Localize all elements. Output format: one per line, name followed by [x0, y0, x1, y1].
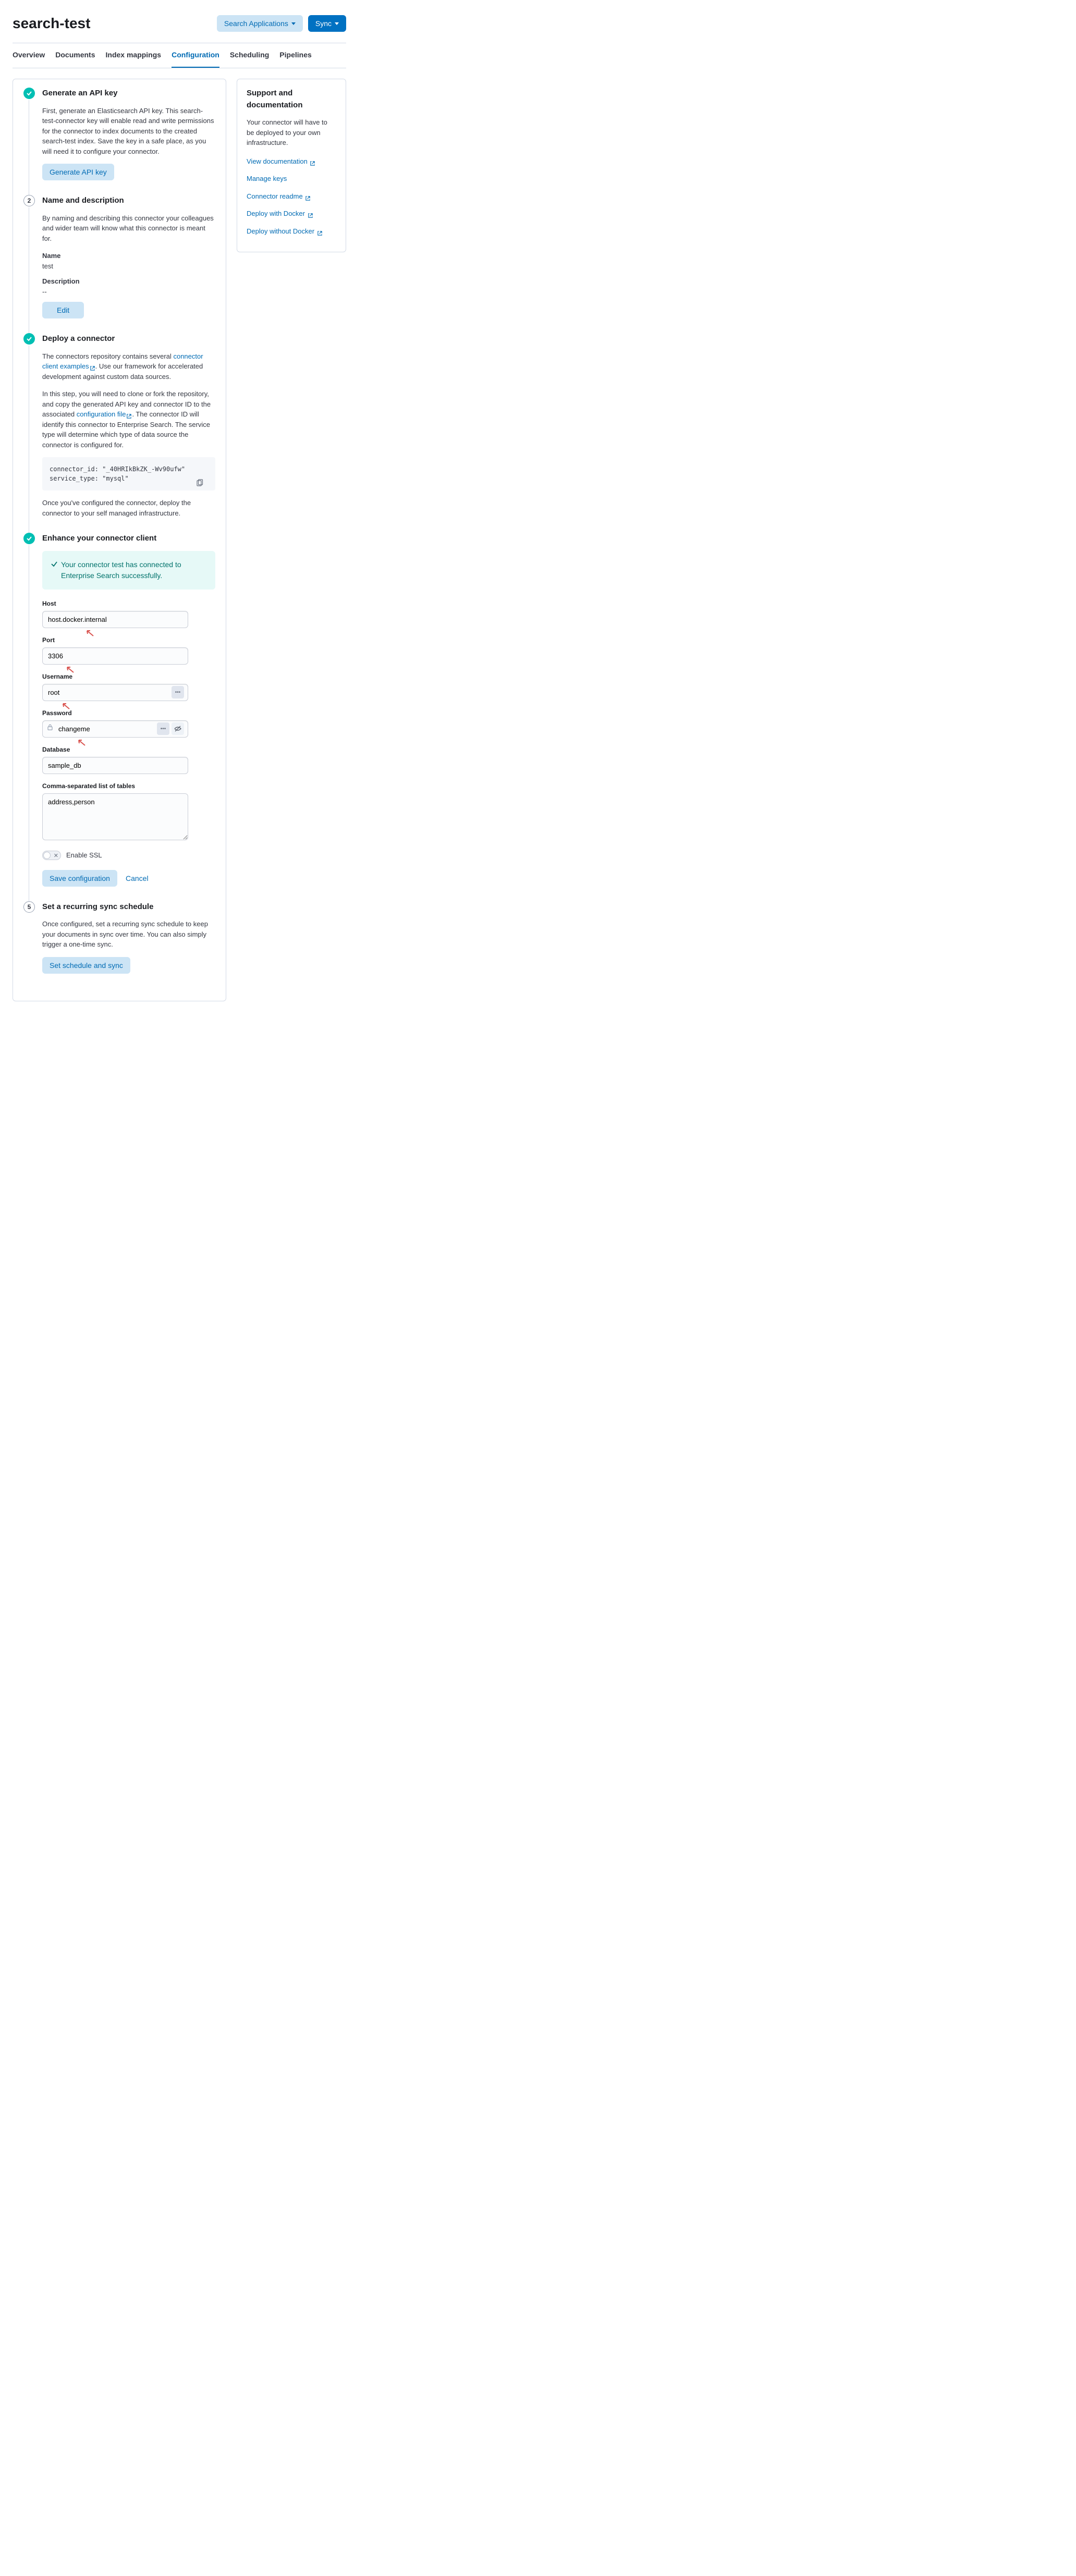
- support-panel: Support and documentation Your connector…: [237, 79, 346, 252]
- configuration-file-link[interactable]: configuration file: [77, 410, 132, 418]
- step-title: Name and description: [42, 195, 215, 207]
- view-documentation-link[interactable]: View documentation: [247, 156, 336, 167]
- external-link-icon: [90, 364, 95, 370]
- edit-button[interactable]: Edit: [42, 302, 84, 318]
- check-icon: [26, 535, 32, 542]
- step-badge-done: [23, 333, 35, 345]
- step-title: Set a recurring sync schedule: [42, 901, 215, 913]
- lock-icon: [46, 723, 54, 734]
- external-link-icon: [317, 229, 323, 235]
- step-title: Generate an API key: [42, 88, 215, 100]
- keychain-icon[interactable]: •••: [157, 722, 169, 735]
- step-description: Once configured, set a recurring sync sc…: [42, 919, 215, 950]
- keychain-icon[interactable]: •••: [172, 686, 184, 698]
- search-applications-button[interactable]: Search Applications: [217, 15, 303, 32]
- tab-overview[interactable]: Overview: [13, 43, 45, 68]
- step-badge-number: 2: [23, 195, 35, 206]
- generate-api-key-button[interactable]: Generate API key: [42, 164, 114, 180]
- sync-button[interactable]: Sync: [308, 15, 346, 32]
- tab-pipelines[interactable]: Pipelines: [279, 43, 311, 68]
- external-link-icon: [310, 159, 315, 165]
- database-label: Database: [42, 745, 215, 754]
- chevron-down-icon: [335, 22, 339, 25]
- copy-button[interactable]: [195, 479, 205, 488]
- code-block: connector_id: "_40HRIkBkZK_-Wv90ufw" ser…: [42, 457, 215, 490]
- name-value: test: [42, 261, 215, 272]
- tab-documents[interactable]: Documents: [55, 43, 95, 68]
- success-callout: Your connector test has connected to Ent…: [42, 551, 215, 590]
- support-description: Your connector will have to be deployed …: [247, 117, 336, 148]
- database-input[interactable]: [42, 757, 188, 774]
- external-link-icon: [305, 194, 311, 200]
- step-title: Deploy a connector: [42, 333, 215, 345]
- check-icon: [26, 90, 32, 96]
- page-title: search-test: [13, 13, 90, 34]
- chevron-down-icon: [291, 22, 296, 25]
- save-configuration-button[interactable]: Save configuration: [42, 870, 117, 887]
- step-badge-number: 5: [23, 901, 35, 913]
- check-icon: [26, 336, 32, 342]
- description-label: Description: [42, 276, 215, 287]
- x-icon: ✕: [54, 852, 58, 861]
- tab-scheduling[interactable]: Scheduling: [230, 43, 269, 68]
- description-value: --: [42, 287, 215, 297]
- password-label: Password: [42, 708, 215, 718]
- tables-textarea[interactable]: [42, 793, 188, 840]
- deploy-without-docker-link[interactable]: Deploy without Docker: [247, 226, 336, 237]
- manage-keys-link[interactable]: Manage keys: [247, 174, 336, 184]
- deploy-p2: In this step, you will need to clone or …: [42, 389, 215, 450]
- username-input[interactable]: [42, 684, 188, 701]
- steps-panel: Generate an API key First, generate an E…: [13, 79, 226, 1001]
- cancel-button[interactable]: Cancel: [126, 874, 149, 882]
- tables-label: Comma-separated list of tables: [42, 781, 215, 791]
- check-icon: [51, 560, 58, 571]
- tab-configuration[interactable]: Configuration: [172, 43, 219, 68]
- port-label: Port: [42, 635, 215, 645]
- host-input[interactable]: [42, 611, 188, 628]
- port-input[interactable]: [42, 647, 188, 665]
- eye-off-icon: [174, 725, 182, 733]
- tabs: Overview Documents Index mappings Config…: [13, 43, 346, 68]
- connector-readme-link[interactable]: Connector readme: [247, 191, 336, 202]
- tab-index-mappings[interactable]: Index mappings: [106, 43, 162, 68]
- step-description: First, generate an Elasticsearch API key…: [42, 106, 215, 157]
- deploy-p3: Once you've configured the connector, de…: [42, 498, 215, 518]
- external-link-icon: [126, 412, 132, 418]
- enable-ssl-label: Enable SSL: [66, 850, 102, 861]
- name-label: Name: [42, 251, 215, 261]
- set-schedule-button[interactable]: Set schedule and sync: [42, 957, 130, 974]
- external-link-icon: [308, 211, 313, 217]
- deploy-with-docker-link[interactable]: Deploy with Docker: [247, 208, 336, 219]
- copy-icon: [195, 479, 204, 487]
- deploy-p1: The connectors repository contains sever…: [42, 351, 215, 382]
- step-description: By naming and describing this connector …: [42, 213, 215, 244]
- host-label: Host: [42, 599, 215, 608]
- enable-ssl-toggle[interactable]: ✕: [42, 851, 61, 860]
- toggle-password-visibility[interactable]: [172, 722, 184, 735]
- username-label: Username: [42, 672, 215, 681]
- step-badge-done: [23, 533, 35, 544]
- step-badge-done: [23, 88, 35, 99]
- step-title: Enhance your connector client: [42, 533, 215, 545]
- support-title: Support and documentation: [247, 88, 336, 111]
